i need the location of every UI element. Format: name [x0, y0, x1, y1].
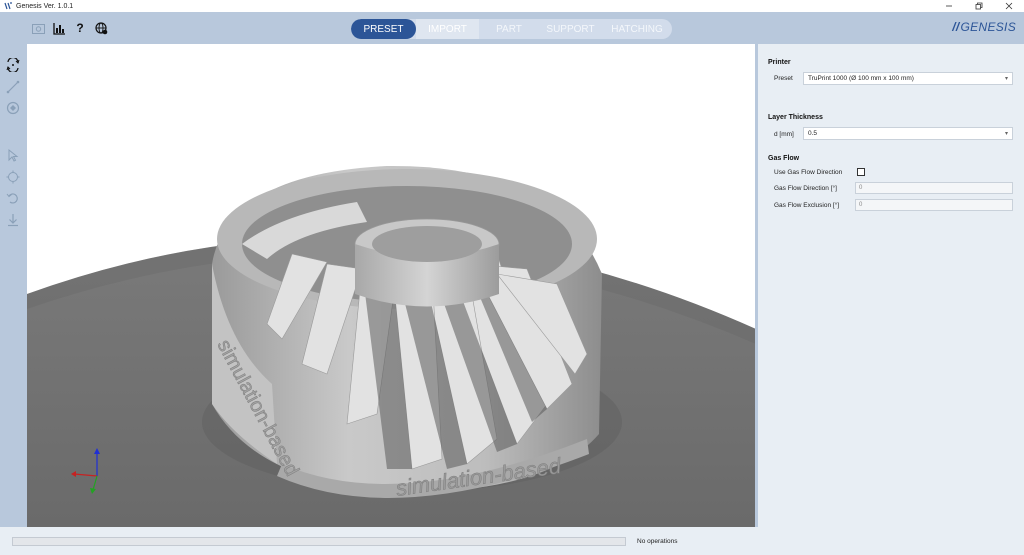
left-toolbar — [0, 44, 27, 527]
3d-viewport[interactable]: simulation-based simulation-based — [27, 44, 756, 527]
minimize-button[interactable] — [934, 0, 964, 12]
workflow-tabs: PRESET IMPORT PART SUPPORT HATCHING — [351, 19, 672, 39]
tab-import[interactable]: IMPORT — [416, 19, 479, 39]
move-button[interactable] — [6, 170, 20, 184]
layer-thickness-section-title: Layer Thickness — [768, 114, 823, 121]
face-select-icon — [6, 101, 20, 115]
gas-flow-section-title: Gas Flow — [768, 155, 800, 162]
main-toolbar: ? PRESET IMPORT PART SUPPORT HATCHING //… — [0, 12, 1024, 44]
window-title: Genesis Ver. 1.0.1 — [16, 2, 74, 10]
title-bar: Genesis Ver. 1.0.1 — [0, 0, 1024, 12]
screenshot-button[interactable] — [31, 21, 45, 35]
pointer-icon — [8, 148, 19, 162]
printer-section-title: Printer — [768, 59, 791, 66]
gas-flow-direction-field[interactable]: 0 — [855, 182, 1013, 194]
chart-icon — [52, 22, 65, 35]
restore-button[interactable] — [964, 0, 994, 12]
layer-thickness-select[interactable]: 0.5 ▾ — [803, 127, 1013, 140]
chevron-down-icon: ▾ — [1004, 76, 1008, 82]
restore-icon — [975, 2, 983, 10]
screenshot-icon — [31, 23, 45, 34]
close-icon — [1005, 2, 1013, 10]
drop-to-plate-button[interactable] — [6, 213, 20, 227]
drop-icon — [8, 214, 18, 227]
rotate-button[interactable] — [6, 191, 20, 205]
impeller-model: simulation-based simulation-based — [212, 165, 602, 501]
status-text: No operations — [637, 538, 678, 545]
app-logo-icon — [2, 0, 14, 12]
tab-support[interactable]: SUPPORT — [539, 19, 602, 39]
brand-logo: // GENESIS — [952, 20, 1016, 34]
gas-flow-exclusion-label: Gas Flow Exclusion [°] — [774, 202, 840, 209]
brand-name: GENESIS — [960, 20, 1016, 34]
chevron-down-icon: ▾ — [1004, 131, 1008, 137]
help-icon: ? — [76, 21, 84, 35]
tab-hatching[interactable]: HATCHING — [602, 19, 672, 39]
gas-flow-exclusion-field[interactable]: 0 — [855, 199, 1013, 211]
progress-bar — [12, 537, 626, 546]
brand-slashes-icon: // — [952, 20, 960, 34]
minimize-icon — [946, 5, 952, 7]
properties-panel: Printer Preset TruPrint 1000 (Ø 100 mm x… — [758, 44, 1024, 527]
preset-select[interactable]: TruPrint 1000 (Ø 100 mm x 100 mm) ▾ — [803, 72, 1013, 85]
close-button[interactable] — [994, 0, 1024, 12]
status-bar: No operations — [0, 527, 1024, 555]
use-gas-flow-checkbox[interactable] — [857, 168, 865, 176]
globe-settings-button[interactable] — [94, 21, 108, 35]
move-icon — [6, 170, 20, 184]
measure-button[interactable] — [6, 80, 20, 94]
layer-thickness-label: d [mm] — [774, 131, 794, 138]
measure-icon — [6, 80, 20, 94]
preset-label: Preset — [774, 75, 793, 82]
face-select-button[interactable] — [6, 101, 20, 115]
scene-render: simulation-based simulation-based — [27, 165, 756, 527]
tab-preset[interactable]: PRESET — [351, 19, 416, 39]
use-gas-flow-label: Use Gas Flow Direction — [774, 169, 843, 176]
globe-settings-icon — [94, 21, 107, 34]
help-button[interactable]: ? — [73, 21, 87, 35]
chart-button[interactable] — [52, 21, 66, 35]
gas-flow-direction-label: Gas Flow Direction [°] — [774, 185, 837, 192]
rotate-view-button[interactable] — [6, 58, 20, 72]
rotate-icon — [6, 193, 18, 204]
rotate-view-icon — [6, 58, 20, 72]
tab-part[interactable]: PART — [479, 19, 539, 39]
pointer-button[interactable] — [6, 148, 20, 162]
